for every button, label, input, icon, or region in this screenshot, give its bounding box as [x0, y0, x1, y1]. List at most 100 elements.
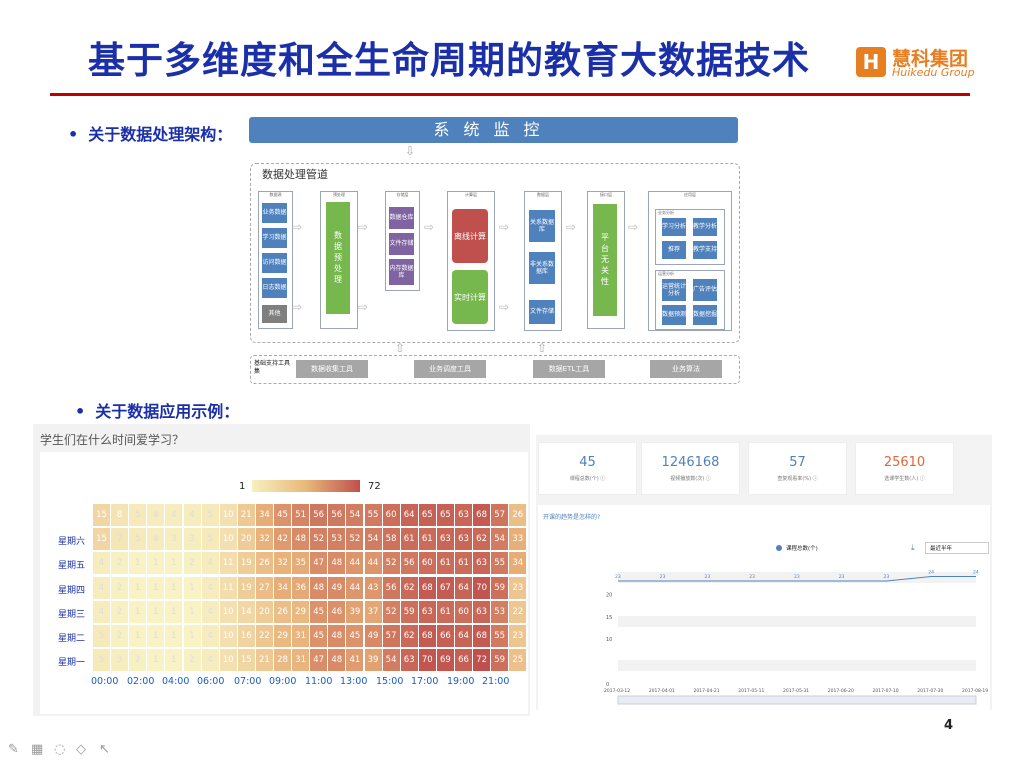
heatmap-cell: 19	[237, 576, 255, 599]
platform-block: 平台无关性	[593, 204, 617, 316]
app-item: 教学支持	[693, 241, 717, 259]
arrow-right-icon: ⇨	[292, 300, 303, 314]
bullet-architecture-text: 关于数据处理架构：	[88, 125, 233, 144]
scale-max: 72	[368, 481, 381, 492]
app-item: 推荐	[662, 241, 686, 259]
heatmap-cell: 10	[219, 649, 237, 672]
heatmap-x-label: 17:00	[411, 676, 439, 687]
heatmap-x-label: 02:00	[127, 676, 155, 687]
heatmap-cell: 22	[509, 600, 527, 623]
heatmap-cell: 49	[364, 625, 382, 647]
heatmap-cell: 64	[400, 504, 418, 526]
heatmap-cell: 62	[400, 576, 418, 599]
heatmap-cell: 16	[237, 625, 255, 647]
app-item: 数据挖掘	[693, 305, 717, 325]
heatmap-cell: 45	[346, 625, 364, 647]
grid-icon[interactable]: ▦	[31, 742, 43, 757]
heatmap-cell: 1	[165, 600, 183, 623]
arrow-up-icon: ⇧	[537, 341, 548, 355]
heatmap-cell: 53	[491, 600, 509, 623]
grid-band	[618, 638, 976, 649]
heatmap-cell: 26	[274, 600, 291, 623]
source-item: 其他	[262, 305, 287, 323]
heatmap-cell: 69	[436, 649, 454, 672]
col-source-header: 数据源	[269, 192, 282, 197]
heatmap-cell: 31	[292, 625, 310, 647]
heatmap-cell: 2	[183, 649, 201, 672]
heatmap-row-label: 星期四	[58, 585, 86, 596]
heatmap-cell: 57	[382, 625, 400, 647]
arrow-right-icon: ⇨	[358, 300, 369, 314]
heatmap-x-label: 09:00	[269, 676, 297, 687]
heatmap-cell: 1	[165, 625, 183, 647]
heatmap-cell: 62	[473, 528, 491, 551]
kpi-card: 25610 选课学生数(人) ⓘ	[855, 442, 954, 495]
heatmap-cell: 54	[364, 528, 382, 551]
app-item: 教学分析	[693, 218, 717, 236]
col-app-header: 应用层	[684, 192, 696, 197]
db-item: 非关系数据库	[529, 252, 555, 284]
heatmap-cell: 28	[274, 649, 291, 672]
color-scale-bar	[252, 480, 360, 492]
pipeline-title: 数据处理管道	[262, 168, 328, 181]
heatmap-x-label: 11:00	[305, 676, 333, 687]
arrow-right-icon: ⇨	[358, 220, 369, 234]
heatmap-cell: 54	[346, 504, 364, 526]
col-iface-header: 接口层	[600, 192, 612, 197]
download-icon[interactable]: ⤓	[911, 543, 915, 553]
range-select[interactable]: 最近半年	[925, 542, 989, 554]
heatmap-cell: 63	[418, 600, 436, 623]
arrow-right-icon: ⇨	[292, 220, 303, 234]
heatmap-row-label: 星期六	[58, 537, 86, 548]
pen-icon[interactable]: ✎	[8, 742, 19, 757]
heatmap-cell: 62	[400, 625, 418, 647]
heatmap-cell: 21	[255, 649, 273, 672]
cursor-icon[interactable]: ↖	[99, 742, 110, 757]
heatmap-cell: 1	[147, 576, 165, 599]
heatmap-x-label: 07:00	[234, 676, 262, 687]
heatmap-cell: 21	[237, 504, 255, 526]
heatmap-cell: 52	[382, 552, 400, 575]
page-number: 4	[944, 718, 954, 733]
kpi-card: 1246168 视频播放数(次) ⓘ	[641, 442, 740, 495]
heatmap-cell: 44	[364, 552, 382, 575]
heatmap-cell: 63	[436, 528, 454, 551]
col-store-header: 存储层	[396, 192, 409, 197]
heatmap-cell: 3	[183, 528, 201, 551]
heatmap-x-label: 19:00	[447, 676, 475, 687]
heatmap-cell: 68	[473, 625, 491, 647]
data-label: 23	[884, 574, 890, 580]
tool-item: 业务算法	[650, 360, 722, 378]
heatmap-cell: 10	[219, 600, 237, 623]
eraser-icon[interactable]: ◇	[76, 742, 86, 757]
realtime-compute-block: 实时计算	[452, 270, 488, 324]
heatmap-cell: 5	[201, 504, 219, 526]
heatmap-cell: 70	[473, 576, 491, 599]
heatmap-cell: 48	[328, 625, 346, 647]
heatmap-cell: 14	[237, 600, 255, 623]
preprocess-block: 数据预处理	[326, 202, 350, 314]
pointer-icon[interactable]: ◌	[54, 742, 65, 757]
heatmap-cell: 4	[165, 504, 183, 526]
heatmap-cell: 49	[328, 576, 346, 599]
arrow-up-icon: ⇧	[395, 341, 406, 355]
heatmap-cell: 44	[346, 576, 364, 599]
heatmap-cell: 72	[473, 649, 491, 672]
heatmap-cell: 5	[201, 528, 219, 551]
huike-logo-icon: H	[856, 47, 886, 77]
heatmap-title: 学生们在什么时间爱学习？	[40, 433, 185, 447]
grid-band	[618, 660, 976, 671]
heatmap-cell: 22	[255, 625, 273, 647]
heatmap-cell: 10	[219, 625, 237, 647]
heatmap-cell: 60	[418, 552, 436, 575]
heatmap-cell: 55	[491, 625, 509, 647]
heatmap-cell: 56	[310, 504, 328, 526]
heatmap-cell: 3	[111, 649, 129, 672]
heatmap-cell: 47	[310, 649, 328, 672]
heatmap-cell: 10	[219, 528, 237, 551]
grid-band	[618, 616, 976, 627]
heatmap-x-label: 15:00	[376, 676, 404, 687]
heatmap-cell: 34	[509, 552, 527, 575]
heatmap-cell: 34	[274, 576, 291, 599]
system-monitor-bar: 系统监控	[249, 117, 738, 143]
